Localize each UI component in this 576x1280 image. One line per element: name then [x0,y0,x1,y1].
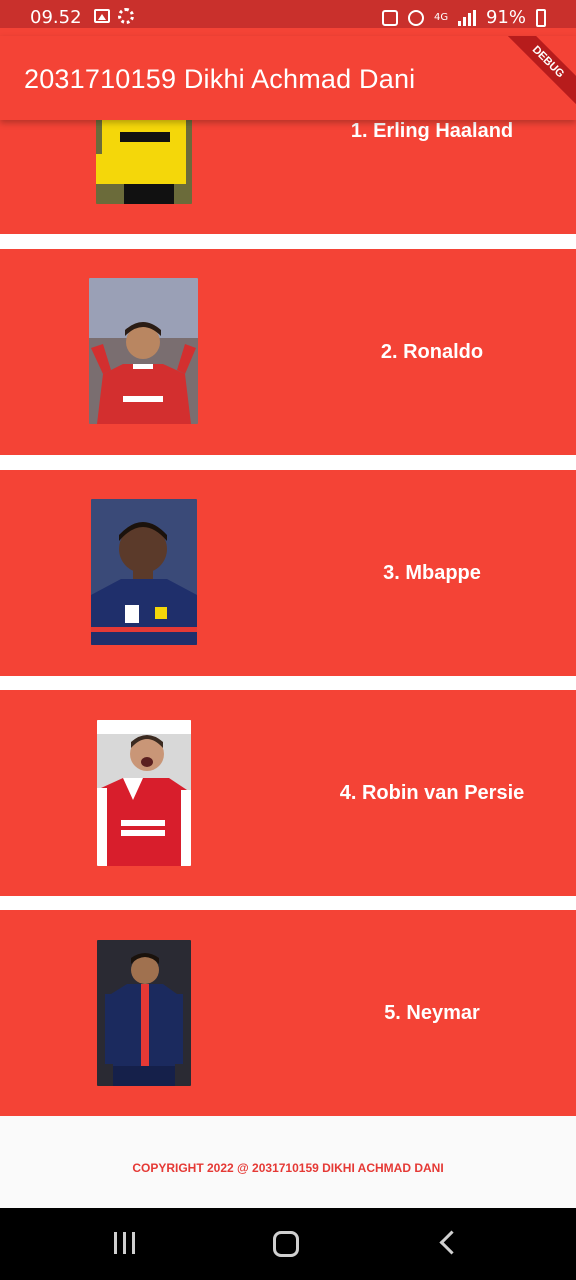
status-time: 09.52 [30,7,82,28]
status-icons-left [94,8,134,24]
app-bar: 2031710159 Dikhi Achmad Dani DEBUG [0,36,576,120]
player-card[interactable]: 2. Ronaldo [0,249,576,455]
player-photo [89,278,198,424]
battery-charging-icon [536,8,546,27]
recent-apps-button[interactable] [114,1232,135,1254]
player-name: 2. Ronaldo [380,341,484,363]
player-card[interactable]: 3. Mbappe [0,470,576,676]
copyright-text: COPYRIGHT 2022 @ 2031710159 DIKHI ACHMAD… [132,1161,444,1175]
player-name: 4. Robin van Persie [339,782,525,804]
footer: COPYRIGHT 2022 @ 2031710159 DIKHI ACHMAD… [0,1116,576,1208]
lock-icon [381,9,398,26]
player-name: 1. Erling Haaland [350,120,514,142]
status-icons-right: 4G 91% [381,7,546,28]
signal-icon [457,9,476,26]
player-name: 3. Mbappe [383,562,481,584]
player-name: 5. Neymar [384,1002,480,1024]
home-button[interactable] [273,1231,299,1257]
player-photo [97,940,191,1086]
gallery-icon [94,9,110,23]
back-button[interactable] [439,1230,464,1255]
player-card[interactable]: 5. Neymar [0,910,576,1116]
player-photo [97,720,191,866]
navigation-bar [0,1208,576,1280]
debug-banner-container: DEBUG [496,36,576,116]
player-photo [96,114,192,204]
player-photo [91,499,197,645]
sync-icon [118,8,134,24]
app-title: 2031710159 Dikhi Achmad Dani [24,64,416,94]
network-type: 4G [433,11,449,23]
player-card[interactable]: 4. Robin van Persie [0,690,576,896]
debug-banner: DEBUG [498,36,576,112]
battery-percent: 91% [485,7,526,28]
alarm-icon [407,9,424,26]
